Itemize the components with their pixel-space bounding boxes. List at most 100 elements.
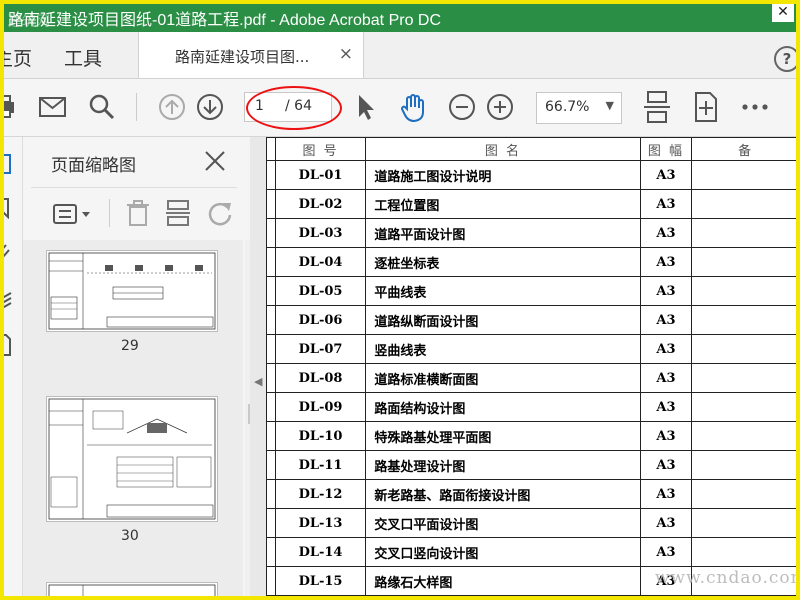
- drawing-remark: [691, 334, 800, 364]
- page-extract-icon[interactable]: [165, 199, 191, 227]
- page-thumbnail[interactable]: [46, 582, 218, 600]
- rotate-icon[interactable]: [207, 199, 235, 227]
- drawing-size: A3: [639, 334, 693, 364]
- page-icon[interactable]: [0, 333, 14, 357]
- drawing-name: 交叉口竖向设计图: [365, 537, 641, 567]
- drawing-preview: [48, 398, 216, 520]
- trash-icon[interactable]: [125, 199, 151, 227]
- main-toolbar: 1 / 64 66.7% ▼: [0, 79, 800, 137]
- window-close-button[interactable]: ✕: [772, 0, 794, 22]
- chevron-left-icon[interactable]: ◀: [254, 375, 262, 388]
- panel-collapse-bar[interactable]: ◀: [250, 137, 266, 600]
- thumbnail-label: 29: [121, 338, 139, 354]
- page-number-field[interactable]: 1 / 64: [244, 92, 332, 122]
- hand-icon[interactable]: [399, 93, 429, 123]
- drawing-size: A3: [639, 392, 693, 422]
- header-size: 图 幅: [639, 137, 693, 161]
- document-tab-close-button[interactable]: ×: [339, 44, 353, 64]
- drawing-name: 特殊路基处理平面图: [365, 421, 641, 451]
- table-lead-cell: [266, 450, 276, 480]
- thumbnail-list: 29 30: [23, 240, 243, 600]
- select-arrow-icon[interactable]: [354, 93, 378, 121]
- title-bar: 路南延建设项目图纸-01道路工程.pdf - Adobe Acrobat Pro…: [0, 0, 800, 32]
- drawing-code: DL-13: [274, 508, 367, 538]
- page-current-value[interactable]: 1: [255, 98, 264, 114]
- drawing-remark: [691, 537, 800, 567]
- full-screen-icon[interactable]: [692, 91, 720, 123]
- thumbnails-icon[interactable]: [0, 153, 14, 175]
- drawing-name: 新老路基、路面衔接设计图: [365, 479, 641, 509]
- layers-icon[interactable]: [0, 287, 14, 309]
- drawing-code: DL-14: [274, 537, 367, 567]
- document-tab-label: 路南延建设项目图...: [175, 48, 310, 66]
- attachment-icon[interactable]: [0, 241, 14, 263]
- page-up-icon[interactable]: [158, 93, 186, 121]
- drawing-name: 道路标准横断面图: [365, 363, 641, 393]
- table-row: DL-01 道路施工图设计说明 A3: [266, 160, 800, 190]
- drawing-size: A3: [639, 189, 693, 219]
- help-button[interactable]: ?: [774, 46, 800, 72]
- table-lead-cell: [266, 508, 276, 538]
- more-icon[interactable]: [740, 97, 770, 117]
- table-row: DL-11 路基处理设计图 A3: [266, 450, 800, 480]
- options-menu-icon[interactable]: [53, 203, 93, 225]
- tab-tools[interactable]: 工具: [64, 44, 102, 71]
- table-lead-cell: [266, 421, 276, 451]
- search-icon[interactable]: [88, 93, 116, 121]
- table-lead-cell: [266, 276, 276, 306]
- page-down-icon[interactable]: [196, 93, 224, 121]
- drawing-name: 路面结构设计图: [365, 392, 641, 422]
- drawing-code: DL-09: [274, 392, 367, 422]
- page-thumbnail[interactable]: [46, 396, 218, 522]
- drawing-size: A3: [639, 479, 693, 509]
- table-row: DL-09 路面结构设计图 A3: [266, 392, 800, 422]
- drawing-code: DL-15: [274, 566, 367, 596]
- zoom-select[interactable]: 66.7% ▼: [536, 92, 622, 124]
- print-icon[interactable]: [0, 93, 16, 121]
- table-lead-cell: [266, 392, 276, 422]
- zoom-in-icon[interactable]: [486, 93, 514, 121]
- drawing-code: DL-08: [274, 363, 367, 393]
- thumbnail-panel: 页面缩略图 29 30: [23, 137, 267, 600]
- table-row: DL-05 平曲线表 A3: [266, 276, 800, 306]
- drawing-remark: [691, 218, 800, 248]
- table-lead-cell: [266, 305, 276, 335]
- mail-icon[interactable]: [38, 93, 68, 121]
- bookmark-icon[interactable]: [0, 197, 14, 219]
- page-thumbnail[interactable]: [46, 250, 218, 332]
- drawing-code: DL-06: [274, 305, 367, 335]
- thumbnail-label: 30: [121, 528, 139, 544]
- table-lead-cell: [266, 160, 276, 190]
- drawing-code: DL-02: [274, 189, 367, 219]
- drawing-size: A3: [639, 508, 693, 538]
- drawing-size: A3: [639, 305, 693, 335]
- tab-home[interactable]: 主页: [0, 44, 32, 71]
- drawing-size: A3: [639, 247, 693, 277]
- drawing-size: A3: [639, 218, 693, 248]
- header-code: 图 号: [274, 137, 367, 161]
- table-lead-cell: [266, 479, 276, 509]
- table-row: DL-04 逐桩坐标表 A3: [266, 247, 800, 277]
- drawing-name: 工程位置图: [365, 189, 641, 219]
- document-view: 图 号 图 名 图 幅 备 DL-01 道路施工图设计说明 A3 DL-02 工程位置图…: [266, 137, 800, 600]
- table-row: DL-13 交叉口平面设计图 A3: [266, 508, 800, 538]
- drawing-remark: [691, 276, 800, 306]
- toolbar-divider: [136, 93, 137, 121]
- panel-toolbar-divider: [109, 199, 110, 227]
- tab-document[interactable]: 路南延建设项目图... ×: [138, 32, 364, 78]
- table-row: DL-06 道路纵断面设计图 A3: [266, 305, 800, 335]
- close-icon[interactable]: [203, 149, 227, 173]
- chevron-down-icon: ▼: [605, 99, 614, 112]
- drawing-name: 交叉口平面设计图: [365, 508, 641, 538]
- drawing-name: 逐桩坐标表: [365, 247, 641, 277]
- fit-page-icon[interactable]: [642, 90, 672, 124]
- drawing-code: DL-12: [274, 479, 367, 509]
- table-lead-cell: [266, 189, 276, 219]
- table-row: DL-07 竖曲线表 A3: [266, 334, 800, 364]
- header-remark: 备: [691, 137, 800, 161]
- table-lead-cell: [266, 363, 276, 393]
- drawing-code: DL-07: [274, 334, 367, 364]
- table-lead-cell: [266, 537, 276, 567]
- zoom-out-icon[interactable]: [448, 93, 476, 121]
- table-lead-cell: [266, 247, 276, 277]
